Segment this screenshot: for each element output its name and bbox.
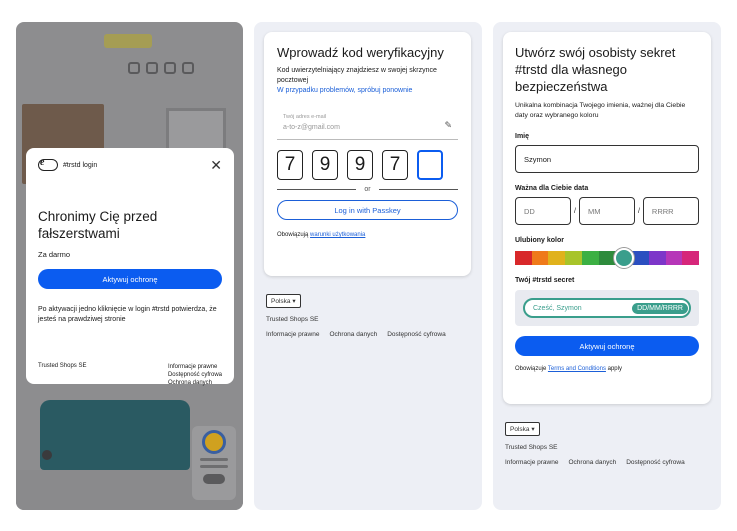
shop-background-panel: #trstd login ✕ Chronimy Cię przed fałsze… [16, 22, 243, 510]
selected-color-swatch[interactable] [613, 248, 634, 268]
country-select[interactable]: Polska ▾ [505, 422, 540, 436]
verification-title: Wprowadź kod weryfikacyjny [277, 45, 444, 60]
passkey-login-button[interactable]: Log in with Passkey [277, 200, 458, 220]
code-digit-input-active[interactable] [417, 150, 443, 180]
code-digit-input[interactable]: 9 [347, 150, 373, 180]
color-picker [515, 248, 700, 268]
company-name: Trusted Shops SE [38, 363, 87, 369]
color-swatch[interactable] [548, 251, 566, 265]
modal-footer: Trusted Shops SE Informacje prawne Dostę… [38, 363, 222, 387]
terms-prefix: Obowiązują [277, 232, 309, 238]
year-input[interactable]: RRRR [642, 197, 699, 225]
or-label: or [364, 186, 371, 193]
trust-seal-icon [202, 430, 226, 454]
accessibility-link[interactable]: Dostępność cyfrowa [626, 459, 685, 466]
terms-link[interactable]: Terms and Conditions [548, 366, 606, 372]
code-digit-input[interactable]: 7 [277, 150, 303, 180]
color-swatch[interactable] [581, 251, 599, 265]
email-field: Twój adres e-mail a-to-z@gmail.com ✎ [277, 110, 458, 140]
day-input[interactable]: DD [515, 197, 571, 225]
close-icon[interactable]: ✕ [210, 158, 222, 172]
caret-down-icon: ▾ [292, 298, 296, 305]
code-digit-input[interactable]: 7 [382, 150, 408, 180]
footer-company: Trusted Shops SE [266, 316, 319, 323]
date-inputs: DD / MM / RRRR [515, 197, 699, 225]
color-swatch[interactable] [682, 251, 700, 265]
pencil-icon[interactable]: ✎ [444, 120, 452, 131]
verification-card: Wprowadź kod weryfikacyjny Kod uwierzyte… [264, 32, 471, 276]
color-swatch[interactable] [565, 251, 582, 265]
page-footer: Polska ▾ Trusted Shops SE Informacje pra… [505, 422, 685, 466]
privacy-link[interactable]: Ochrona danych [329, 331, 377, 338]
modal-brand: #trstd login [38, 157, 98, 171]
footer-links: Informacje prawne Ochrona danych Dostępn… [266, 331, 446, 338]
email-value: a-to-z@gmail.com [283, 124, 340, 131]
activate-protection-button[interactable]: Aktywuj ochronę [515, 336, 699, 356]
modal-title: Chronimy Cię przed fałszerstwami [38, 209, 158, 241]
carousel-dot [42, 450, 52, 460]
code-input-row: 7 9 9 7 [277, 150, 458, 180]
modal-description: Po aktywacji jedno kliknięcie w login #t… [38, 306, 217, 323]
terms-link[interactable]: warunki użytkowania [310, 232, 365, 238]
legal-link[interactable]: Informacje prawne [266, 331, 319, 338]
color-swatch[interactable] [632, 251, 649, 265]
color-swatch[interactable] [515, 251, 532, 265]
color-swatch[interactable] [531, 251, 549, 265]
secret-label: Twój #trstd secret [515, 277, 575, 284]
activate-protection-button[interactable]: Aktywuj ochronę [38, 269, 222, 289]
footer-company: Trusted Shops SE [505, 444, 558, 451]
protection-modal: #trstd login ✕ Chronimy Cię przed fałsze… [26, 148, 234, 387]
trust-badge [192, 426, 236, 500]
caret-down-icon: ▾ [531, 426, 535, 433]
verification-info: Kod uwierzytelniający znajdziesz w swoje… [277, 67, 437, 84]
accessibility-link[interactable]: Dostępność cyfrowa [168, 371, 222, 379]
date-label: Ważna dla Ciebie data [515, 185, 589, 192]
privacy-link[interactable]: Ochrona danych [168, 379, 222, 387]
email-label: Twój adres e-mail [283, 114, 327, 120]
brand-label: #trstd login [63, 161, 98, 169]
name-input[interactable]: Szymon [515, 145, 699, 173]
secret-date: DD/MM/RRRR [632, 302, 688, 314]
secret-preview: Cześć, Szymon DD/MM/RRRR [515, 290, 699, 326]
privacy-link[interactable]: Ochrona danych [568, 459, 616, 466]
terms-suffix: apply [607, 366, 622, 372]
page-footer: Polska ▾ Trusted Shops SE Informacje pra… [266, 294, 446, 338]
secret-setup-panel: Utwórz swój osobisty sekret #trstd dla w… [493, 22, 721, 510]
modal-header: #trstd login ✕ [38, 157, 222, 172]
sofa-image [40, 400, 190, 470]
badge-toggle-icon [203, 474, 225, 484]
legal-link[interactable]: Informacje prawne [505, 459, 558, 466]
secret-name: Cześć, Szymon [533, 304, 582, 312]
terms-prefix: Obowiązuje [515, 366, 547, 372]
color-swatch[interactable] [665, 251, 683, 265]
color-swatch[interactable] [648, 251, 666, 265]
month-input[interactable]: MM [578, 197, 635, 225]
name-label: Imię [515, 133, 530, 140]
secret-card: Utwórz swój osobisty sekret #trstd dla w… [503, 32, 711, 404]
code-digit-input[interactable]: 9 [312, 150, 338, 180]
footer-links: Informacje prawne Dostępność cyfrowa Och… [168, 363, 222, 387]
verification-panel: Wprowadź kod weryfikacyjny Kod uwierzyte… [254, 22, 482, 510]
secret-info: Unikalna kombinacja Twojego imienia, waż… [515, 102, 686, 119]
secret-title: Utwórz swój osobisty sekret #trstd dla w… [515, 45, 676, 94]
modal-subtitle: Za darmo [38, 250, 71, 259]
color-label: Ulubiony kolor [515, 237, 564, 244]
country-select-value: Polska [510, 426, 530, 433]
footer-links: Informacje prawne Ochrona danych Dostępn… [505, 459, 685, 466]
country-select[interactable]: Polska ▾ [266, 294, 301, 308]
shop-logo [104, 34, 152, 48]
accessibility-link[interactable]: Dostępność cyfrowa [387, 331, 446, 338]
terms-text: Obowiązują warunki użytkowania [277, 232, 458, 238]
trstd-toggle-icon [38, 157, 58, 171]
terms-text: Obowiązuje Terms and Conditions apply [515, 366, 699, 372]
secret-pill: Cześć, Szymon DD/MM/RRRR [523, 298, 691, 318]
color-swatch[interactable] [598, 251, 616, 265]
shop-header-icons [128, 62, 194, 74]
or-divider: or [277, 186, 459, 193]
country-select-value: Polska [271, 298, 291, 305]
legal-link[interactable]: Informacje prawne [168, 363, 222, 371]
retry-link[interactable]: W przypadku problemów, spróbuj ponownie [277, 86, 458, 96]
